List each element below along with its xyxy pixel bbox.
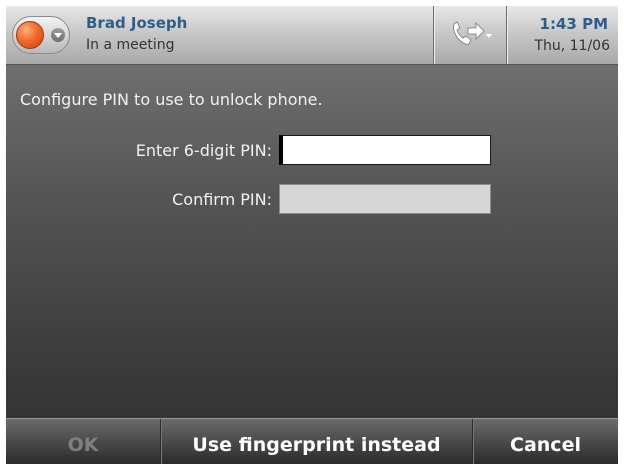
pin-input[interactable] <box>279 135 491 165</box>
softkey-bar: OK Use fingerprint instead Cancel <box>6 418 618 464</box>
status-header: Brad Joseph In a meeting 1:43 PM Thu, 11… <box>6 6 618 65</box>
call-forward-button[interactable] <box>434 6 506 64</box>
call-forward-icon <box>453 21 492 46</box>
use-fingerprint-button[interactable]: Use fingerprint instead <box>161 419 472 464</box>
user-name: Brad Joseph <box>86 14 188 32</box>
confirm-pin-label: Confirm PIN: <box>172 190 272 209</box>
presence-status-icon <box>16 21 44 49</box>
clock-time: 1:43 PM <box>539 15 608 33</box>
presence-button[interactable] <box>12 16 70 54</box>
pin-label: Enter 6-digit PIN: <box>135 141 272 160</box>
user-status: In a meeting <box>86 37 175 53</box>
phone-screen: Brad Joseph In a meeting 1:43 PM Thu, 11… <box>6 6 618 464</box>
instruction-text: Configure PIN to use to unlock phone. <box>20 90 323 109</box>
ok-button[interactable]: OK <box>6 419 160 464</box>
header-divider <box>506 6 507 64</box>
cancel-button[interactable]: Cancel <box>473 419 618 464</box>
chevron-down-icon <box>51 28 65 42</box>
confirm-pin-input[interactable] <box>279 184 491 214</box>
clock-date: Thu, 11/06 <box>534 38 610 54</box>
